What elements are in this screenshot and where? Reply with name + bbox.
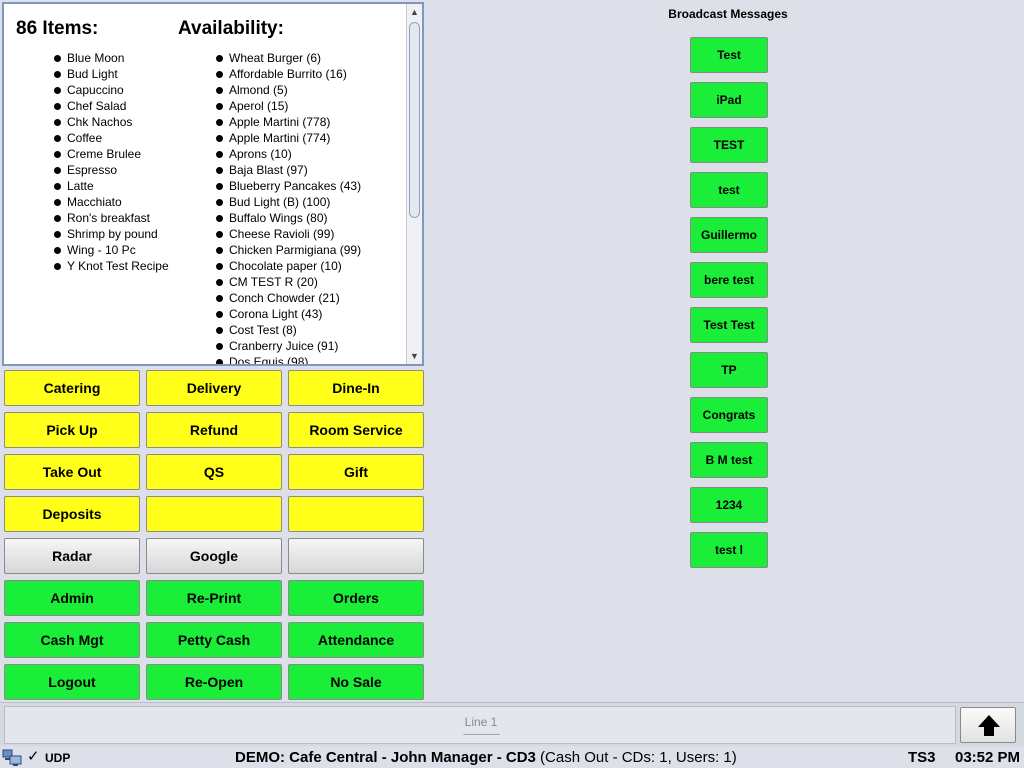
terminal-label: TS3 [908,749,936,766]
availability-list-item[interactable]: Cranberry Juice (91) [216,338,361,354]
scroll-up-arrow-icon[interactable]: ▲ [407,4,422,20]
availability-list-item[interactable]: Almond (5) [216,82,361,98]
petty-cash-button[interactable]: Petty Cash [146,622,282,658]
items-list-item[interactable]: Macchiato [54,194,169,210]
items-list-item[interactable]: Chk Nachos [54,114,169,130]
room-service-button[interactable]: Room Service [288,412,424,448]
dine-in-button[interactable]: Dine-In [288,370,424,406]
availability-list-item[interactable]: Affordable Burrito (16) [216,66,361,82]
availability-list-item[interactable]: Cheese Ravioli (99) [216,226,361,242]
status-title-detail: (Cash Out - CDs: 1, Users: 1) [535,749,737,766]
availability-list-item[interactable]: Baja Blast (97) [216,162,361,178]
availability-list-item[interactable]: Wheat Burger (6) [216,50,361,66]
status-bar: ✓ UDP DEMO: Cafe Central - John Manager … [0,746,1024,768]
availability-list-item[interactable]: Dos Equis (98) [216,354,361,364]
logout-button[interactable]: Logout [4,664,140,700]
re-print-button[interactable]: Re-Print [146,580,282,616]
re-open-button[interactable]: Re-Open [146,664,282,700]
availability-list-item[interactable]: Buffalo Wings (80) [216,210,361,226]
broadcast-title: Broadcast Messages [668,7,788,21]
broadcast-message-button[interactable]: iPad [690,82,768,118]
check-icon: ✓ [27,748,40,765]
availability-list-item[interactable]: Blueberry Pancakes (43) [216,178,361,194]
order-line-area: Line 1 ------------------ [0,702,1024,746]
items-list-item[interactable]: Y Knot Test Recipe [54,258,169,274]
delivery-button[interactable]: Delivery [146,370,282,406]
admin-button[interactable]: Admin [4,580,140,616]
items-list-item[interactable]: Chef Salad [54,98,169,114]
items-list-item[interactable]: Bud Light [54,66,169,82]
deposits-button[interactable]: Deposits [4,496,140,532]
pick-up-button[interactable]: Pick Up [4,412,140,448]
items-list-item[interactable]: Wing - 10 Pc [54,242,169,258]
availability-list-item[interactable]: Corona Light (43) [216,306,361,322]
items-list-item[interactable]: Ron's breakfast [54,210,169,226]
network-computer-icon[interactable] [2,748,24,767]
attendance-button[interactable]: Attendance [288,622,424,658]
up-arrow-icon [978,715,1000,736]
items-list-item[interactable]: Blue Moon [54,50,169,66]
line-label: Line 1 [464,715,498,729]
broadcast-message-button[interactable]: TP [690,352,768,388]
items-scrollbar[interactable]: ▲ ▼ [406,4,422,364]
status-title-main: DEMO: Cafe Central - John Manager - CD3 [235,749,536,766]
broadcast-message-button[interactable]: Congrats [690,397,768,433]
availability-list-item[interactable]: Chicken Parmigiana (99) [216,242,361,258]
scroll-thumb[interactable] [409,22,420,218]
availability-title: Availability: [178,18,284,39]
broadcast-message-button[interactable]: TEST [690,127,768,163]
items-list-item[interactable]: Espresso [54,162,169,178]
broadcast-message-button[interactable]: test [690,172,768,208]
broadcast-message-button[interactable]: test l [690,532,768,568]
google-button[interactable]: Google [146,538,282,574]
broadcast-message-button[interactable]: bere test [690,262,768,298]
availability-list-item[interactable]: CM TEST R (20) [216,274,361,290]
availability-list-item[interactable]: Apple Martini (774) [216,130,361,146]
protocol-label: UDP [45,751,71,765]
order-line-box[interactable]: Line 1 ------------------ [4,706,956,744]
broadcast-message-button[interactable]: Test [690,37,768,73]
orders-button[interactable]: Orders [288,580,424,616]
items-list-item[interactable]: Creme Brulee [54,146,169,162]
availability-list-item[interactable]: Apple Martini (778) [216,114,361,130]
items-panel: 86 Items: Availability: Blue Moon Bud Lig… [2,2,424,366]
items-list-item[interactable]: Coffee [54,130,169,146]
broadcast-message-button[interactable]: Test Test [690,307,768,343]
empty-3-1-button[interactable] [146,496,282,532]
items-list: Blue Moon Bud Light Capuccino Chef Salad Chk… [54,50,169,274]
refund-button[interactable]: Refund [146,412,282,448]
availability-list-item[interactable]: Aperol (15) [216,98,361,114]
availability-list-item[interactable]: Bud Light (B) (100) [216,194,361,210]
items-count-title: 86 Items: [16,18,99,39]
broadcast-message-button[interactable]: 1234 [690,487,768,523]
qs-button[interactable]: QS [146,454,282,490]
items-list-item[interactable]: Latte [54,178,169,194]
availability-list-item[interactable]: Conch Chowder (21) [216,290,361,306]
take-out-button[interactable]: Take Out [4,454,140,490]
items-list-item[interactable]: Shrimp by pound [54,226,169,242]
broadcast-message-button[interactable]: B M test [690,442,768,478]
no-sale-button[interactable]: No Sale [288,664,424,700]
broadcast-message-button[interactable]: Guillermo [690,217,768,253]
catering-button[interactable]: Catering [4,370,140,406]
radar-button[interactable]: Radar [4,538,140,574]
line-dashes: ------------------ [463,729,500,739]
cash-mgt-button[interactable]: Cash Mgt [4,622,140,658]
items-list-item[interactable]: Capuccino [54,82,169,98]
availability-list: Wheat Burger (6) Affordable Burrito (16) A… [216,50,361,364]
availability-list-item[interactable]: Cost Test (8) [216,322,361,338]
status-title: DEMO: Cafe Central - John Manager - CD3 … [235,749,737,766]
empty-3-2-button[interactable] [288,496,424,532]
scroll-down-arrow-icon[interactable]: ▼ [407,348,422,364]
empty-4-2-button[interactable] [288,538,424,574]
clock-time: 03:52 PM [955,749,1021,766]
gift-button[interactable]: Gift [288,454,424,490]
availability-list-item[interactable]: Chocolate paper (10) [216,258,361,274]
availability-list-item[interactable]: Aprons (10) [216,146,361,162]
up-arrow-button[interactable] [960,707,1016,743]
